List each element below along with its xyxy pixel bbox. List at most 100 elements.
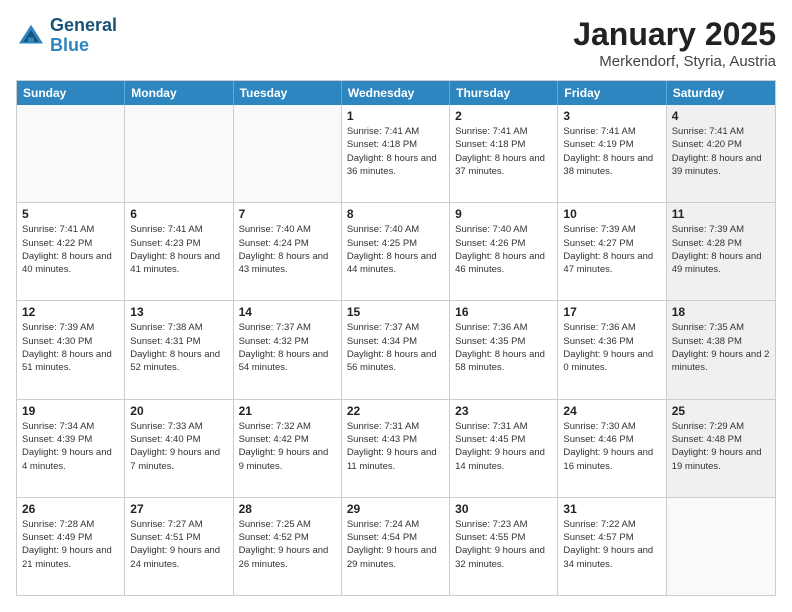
calendar-cell: 18 Sunrise: 7:35 AM Sunset: 4:38 PM Dayli… [667, 301, 775, 398]
day-number: 31 [563, 502, 660, 516]
day-number: 8 [347, 207, 444, 221]
day-info: Sunrise: 7:40 AM Sunset: 4:26 PM Dayligh… [455, 223, 552, 276]
calendar-cell: 15 Sunrise: 7:37 AM Sunset: 4:34 PM Dayli… [342, 301, 450, 398]
calendar-cell: 16 Sunrise: 7:36 AM Sunset: 4:35 PM Dayli… [450, 301, 558, 398]
calendar-cell: 7 Sunrise: 7:40 AM Sunset: 4:24 PM Daylig… [234, 203, 342, 300]
calendar-week-5: 26 Sunrise: 7:28 AM Sunset: 4:49 PM Dayli… [17, 497, 775, 595]
day-info: Sunrise: 7:28 AM Sunset: 4:49 PM Dayligh… [22, 518, 119, 571]
header-day-friday: Friday [558, 81, 666, 105]
day-number: 20 [130, 404, 227, 418]
day-info: Sunrise: 7:38 AM Sunset: 4:31 PM Dayligh… [130, 321, 227, 374]
day-info: Sunrise: 7:24 AM Sunset: 4:54 PM Dayligh… [347, 518, 444, 571]
calendar-cell: 23Sunrise: 7:31 AM Sunset: 4:45 PM Dayli… [450, 400, 558, 497]
calendar-cell: 1Sunrise: 7:41 AM Sunset: 4:18 PM Daylig… [342, 105, 450, 202]
logo-icon [16, 21, 46, 51]
day-info: Sunrise: 7:37 AM Sunset: 4:34 PM Dayligh… [347, 321, 444, 374]
calendar-cell [17, 105, 125, 202]
day-number: 25 [672, 404, 770, 418]
day-number: 24 [563, 404, 660, 418]
calendar-cell: 6 Sunrise: 7:41 AM Sunset: 4:23 PM Daylig… [125, 203, 233, 300]
day-number: 9 [455, 207, 552, 221]
calendar-week-2: 5Sunrise: 7:41 AM Sunset: 4:22 PM Daylig… [17, 202, 775, 300]
day-number: 13 [130, 305, 227, 319]
day-number: 19 [22, 404, 119, 418]
calendar-cell: 28Sunrise: 7:25 AM Sunset: 4:52 PM Dayli… [234, 498, 342, 595]
calendar-cell: 22 Sunrise: 7:31 AM Sunset: 4:43 PM Dayli… [342, 400, 450, 497]
day-number: 1 [347, 109, 444, 123]
calendar-week-3: 12 Sunrise: 7:39 AM Sunset: 4:30 PM Dayli… [17, 300, 775, 398]
calendar-cell: 21 Sunrise: 7:32 AM Sunset: 4:42 PM Dayli… [234, 400, 342, 497]
day-info: Sunrise: 7:36 AM Sunset: 4:35 PM Dayligh… [455, 321, 552, 374]
day-number: 21 [239, 404, 336, 418]
day-number: 10 [563, 207, 660, 221]
day-info: Sunrise: 7:40 AM Sunset: 4:25 PM Dayligh… [347, 223, 444, 276]
day-info: Sunrise: 7:23 AM Sunset: 4:55 PM Dayligh… [455, 518, 552, 571]
logo-line1: General [50, 16, 117, 36]
calendar-cell: 14 Sunrise: 7:37 AM Sunset: 4:32 PM Dayli… [234, 301, 342, 398]
day-info: Sunrise: 7:41 AM Sunset: 4:20 PM Dayligh… [672, 125, 770, 178]
calendar: SundayMondayTuesdayWednesdayThursdayFrid… [16, 80, 776, 596]
calendar-header-row: SundayMondayTuesdayWednesdayThursdayFrid… [17, 81, 775, 105]
day-number: 26 [22, 502, 119, 516]
calendar-title: January 2025 [573, 16, 776, 53]
calendar-cell: 30 Sunrise: 7:23 AM Sunset: 4:55 PM Dayli… [450, 498, 558, 595]
calendar-cell: 25 Sunrise: 7:29 AM Sunset: 4:48 PM Dayli… [667, 400, 775, 497]
day-info: Sunrise: 7:27 AM Sunset: 4:51 PM Dayligh… [130, 518, 227, 571]
day-info: Sunrise: 7:37 AM Sunset: 4:32 PM Dayligh… [239, 321, 336, 374]
day-info: Sunrise: 7:32 AM Sunset: 4:42 PM Dayligh… [239, 420, 336, 473]
calendar-cell: 4Sunrise: 7:41 AM Sunset: 4:20 PM Daylig… [667, 105, 775, 202]
calendar-cell: 13 Sunrise: 7:38 AM Sunset: 4:31 PM Dayli… [125, 301, 233, 398]
day-info: Sunrise: 7:34 AM Sunset: 4:39 PM Dayligh… [22, 420, 119, 473]
calendar-subtitle: Merkendorf, Styria, Austria [573, 53, 776, 70]
day-number: 7 [239, 207, 336, 221]
day-info: Sunrise: 7:30 AM Sunset: 4:46 PM Dayligh… [563, 420, 660, 473]
day-info: Sunrise: 7:31 AM Sunset: 4:43 PM Dayligh… [347, 420, 444, 473]
logo-line2: Blue [50, 36, 117, 56]
day-info: Sunrise: 7:41 AM Sunset: 4:19 PM Dayligh… [563, 125, 660, 178]
header-day-tuesday: Tuesday [234, 81, 342, 105]
day-number: 12 [22, 305, 119, 319]
calendar-cell: 29 Sunrise: 7:24 AM Sunset: 4:54 PM Dayli… [342, 498, 450, 595]
day-info: Sunrise: 7:35 AM Sunset: 4:38 PM Dayligh… [672, 321, 770, 374]
day-number: 18 [672, 305, 770, 319]
calendar-cell: 12 Sunrise: 7:39 AM Sunset: 4:30 PM Dayli… [17, 301, 125, 398]
header: General Blue January 2025 Merkendorf, St… [16, 16, 776, 70]
day-number: 6 [130, 207, 227, 221]
day-info: Sunrise: 7:31 AM Sunset: 4:45 PM Dayligh… [455, 420, 552, 473]
calendar-cell: 11Sunrise: 7:39 AM Sunset: 4:28 PM Dayli… [667, 203, 775, 300]
day-info: Sunrise: 7:41 AM Sunset: 4:23 PM Dayligh… [130, 223, 227, 276]
title-block: January 2025 Merkendorf, Styria, Austria [573, 16, 776, 70]
calendar-week-4: 19 Sunrise: 7:34 AM Sunset: 4:39 PM Dayli… [17, 399, 775, 497]
day-info: Sunrise: 7:29 AM Sunset: 4:48 PM Dayligh… [672, 420, 770, 473]
calendar-cell: 8 Sunrise: 7:40 AM Sunset: 4:25 PM Daylig… [342, 203, 450, 300]
day-number: 17 [563, 305, 660, 319]
calendar-cell: 10Sunrise: 7:39 AM Sunset: 4:27 PM Dayli… [558, 203, 666, 300]
day-number: 27 [130, 502, 227, 516]
day-info: Sunrise: 7:39 AM Sunset: 4:30 PM Dayligh… [22, 321, 119, 374]
day-number: 15 [347, 305, 444, 319]
calendar-cell [234, 105, 342, 202]
page: General Blue January 2025 Merkendorf, St… [0, 0, 792, 612]
calendar-cell: 27 Sunrise: 7:27 AM Sunset: 4:51 PM Dayli… [125, 498, 233, 595]
day-info: Sunrise: 7:40 AM Sunset: 4:24 PM Dayligh… [239, 223, 336, 276]
day-number: 2 [455, 109, 552, 123]
day-number: 30 [455, 502, 552, 516]
calendar-cell: 31Sunrise: 7:22 AM Sunset: 4:57 PM Dayli… [558, 498, 666, 595]
day-number: 14 [239, 305, 336, 319]
calendar-cell [125, 105, 233, 202]
calendar-cell: 17 Sunrise: 7:36 AM Sunset: 4:36 PM Dayli… [558, 301, 666, 398]
day-number: 29 [347, 502, 444, 516]
day-number: 22 [347, 404, 444, 418]
calendar-cell: 2 Sunrise: 7:41 AM Sunset: 4:18 PM Daylig… [450, 105, 558, 202]
calendar-cell: 24 Sunrise: 7:30 AM Sunset: 4:46 PM Dayli… [558, 400, 666, 497]
header-day-thursday: Thursday [450, 81, 558, 105]
calendar-cell: 5Sunrise: 7:41 AM Sunset: 4:22 PM Daylig… [17, 203, 125, 300]
day-number: 16 [455, 305, 552, 319]
day-info: Sunrise: 7:33 AM Sunset: 4:40 PM Dayligh… [130, 420, 227, 473]
logo: General Blue [16, 16, 117, 56]
calendar-cell: 20 Sunrise: 7:33 AM Sunset: 4:40 PM Dayli… [125, 400, 233, 497]
header-day-saturday: Saturday [667, 81, 775, 105]
header-day-wednesday: Wednesday [342, 81, 450, 105]
day-info: Sunrise: 7:36 AM Sunset: 4:36 PM Dayligh… [563, 321, 660, 374]
day-info: Sunrise: 7:41 AM Sunset: 4:18 PM Dayligh… [455, 125, 552, 178]
